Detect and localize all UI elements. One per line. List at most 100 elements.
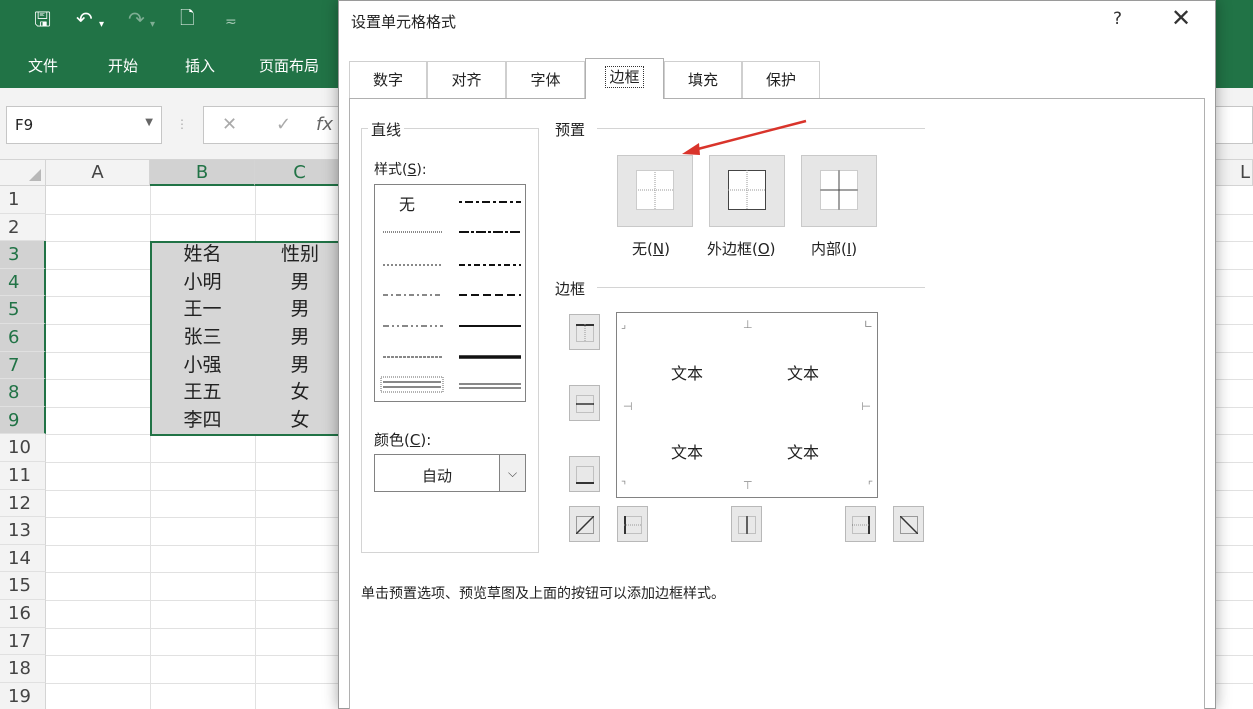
row-header[interactable]: 11 (0, 462, 46, 490)
table-cell[interactable]: 姓名 (150, 241, 255, 269)
preset-inside-icon (820, 170, 858, 210)
row-header[interactable]: 18 (0, 655, 46, 683)
cancel-icon[interactable]: ✕ (222, 114, 237, 135)
table-cell[interactable]: 王五 (150, 379, 255, 407)
tab-file[interactable]: 文件 (28, 55, 58, 76)
chevron-down-icon[interactable]: ⌵ (499, 455, 525, 491)
row-header[interactable]: 8 (0, 379, 46, 407)
preview-tick-top: ⊥ (743, 318, 753, 331)
row-header[interactable]: 13 (0, 517, 46, 545)
column-header-l[interactable]: L (1216, 160, 1253, 186)
row-header[interactable]: 12 (0, 489, 46, 518)
function-icon[interactable]: fx (316, 114, 333, 135)
undo-dropdown-icon[interactable]: ▾ (99, 14, 104, 36)
row-header[interactable]: 16 (0, 600, 46, 628)
preview-tick-bottom: ⊤ (743, 479, 753, 492)
table-cell[interactable]: 男 (255, 269, 345, 297)
tab-alignment[interactable]: 对齐 (427, 61, 506, 99)
row-header[interactable]: 15 (0, 572, 46, 600)
row-header[interactable]: 10 (0, 434, 46, 462)
preview-text-br: 文本 (787, 443, 820, 462)
row-header[interactable]: 3 (0, 241, 46, 269)
preview-corner-tr: ∟ (863, 318, 873, 331)
table-cell[interactable]: 王一 (150, 296, 255, 324)
row-header[interactable]: 19 (0, 682, 46, 709)
color-label: 颜色(C): (374, 431, 432, 449)
presets-separator (597, 128, 925, 129)
tab-border[interactable]: 边框 (585, 58, 664, 99)
border-right-button[interactable] (845, 506, 876, 542)
preview-corner-br: ⌜ (867, 479, 873, 492)
table-cell[interactable]: 男 (255, 324, 345, 352)
table-cell[interactable]: 小明 (150, 269, 255, 297)
preview-corner-tl: ⌟ (621, 318, 627, 331)
confirm-icon[interactable]: ✓ (276, 114, 291, 135)
border-diagonal-down-button[interactable] (893, 506, 924, 542)
row-header[interactable]: 4 (0, 268, 46, 297)
line-style-swatches[interactable] (375, 185, 525, 401)
table-cell[interactable]: 男 (255, 352, 345, 380)
color-select[interactable]: 自动 ⌵ (374, 454, 526, 492)
preview-tick-left: ⊣ (623, 400, 633, 413)
row-header[interactable]: 7 (0, 351, 46, 380)
table-cell[interactable]: 女 (255, 407, 345, 435)
row-header[interactable]: 1 (0, 186, 46, 214)
column-header-c[interactable]: C (255, 160, 345, 186)
row-header[interactable]: 2 (0, 213, 46, 242)
border-bottom-button[interactable] (569, 456, 600, 492)
row-header[interactable]: 17 (0, 627, 46, 656)
tab-protection[interactable]: 保护 (742, 61, 820, 99)
border-top-button[interactable] (569, 314, 600, 350)
row-header[interactable]: 5 (0, 296, 46, 324)
preset-inside-label: 内部(I) (811, 240, 858, 258)
table-cell[interactable]: 男 (255, 296, 345, 324)
preset-outline-button[interactable] (709, 155, 785, 227)
border-inside-vertical-icon (738, 516, 756, 534)
presets-section-title: 预置 (555, 121, 586, 139)
redo-icon[interactable]: ↷ (128, 8, 145, 30)
line-style-list[interactable]: 无 (374, 184, 526, 402)
table-cell[interactable]: 女 (255, 379, 345, 407)
column-header-b[interactable]: B (150, 160, 255, 186)
row-header[interactable]: 9 (0, 406, 46, 435)
save-icon[interactable]: 🖫 (34, 8, 51, 30)
border-center-button[interactable] (731, 506, 762, 542)
diagonal-up-icon (576, 516, 594, 534)
redo-dropdown-icon[interactable]: ▾ (150, 14, 155, 36)
close-button[interactable]: ✕ (1171, 4, 1191, 32)
border-diagonal-up-button[interactable] (569, 506, 600, 542)
row-header[interactable]: 14 (0, 544, 46, 573)
new-file-icon[interactable]: 🗋 (180, 8, 194, 30)
tab-number[interactable]: 数字 (349, 61, 427, 99)
table-cell[interactable]: 性别 (255, 241, 345, 269)
undo-icon[interactable]: ↶ (76, 8, 93, 30)
table-cell[interactable]: 李四 (150, 407, 255, 435)
border-left-icon (624, 516, 642, 534)
drag-handle-icon[interactable]: ⋮ (176, 117, 188, 131)
tab-font[interactable]: 字体 (506, 61, 585, 99)
diagonal-down-icon (900, 516, 918, 534)
border-left-button[interactable] (617, 506, 648, 542)
border-preview[interactable]: ⌟ ⊥ ∟ ⊣ ⊢ ⌝ ⊤ ⌜ 文本 文本 文本 文本 (616, 312, 878, 498)
tab-fill[interactable]: 填充 (664, 61, 742, 99)
table-cell[interactable]: 张三 (150, 324, 255, 352)
app-window: 🖫 ↶ ▾ ↷ ▾ 🗋 ≂ 文件 开始 插入 页面布局 F9 ▼ ⋮ ✕ ✓ f… (0, 0, 1253, 709)
tab-home[interactable]: 开始 (108, 55, 138, 76)
preset-none-button[interactable] (617, 155, 693, 227)
preset-inside-button[interactable] (801, 155, 877, 227)
dialog-title: 设置单元格格式 (351, 13, 457, 31)
chevron-down-icon[interactable]: ▼ (145, 117, 153, 128)
border-right-icon (852, 516, 870, 534)
name-box[interactable]: F9 ▼ (6, 106, 162, 144)
border-middle-button[interactable] (569, 385, 600, 421)
column-header-a[interactable]: A (46, 160, 150, 186)
preview-tick-right: ⊢ (861, 400, 871, 413)
help-button[interactable]: ? (1113, 9, 1122, 29)
row-header[interactable]: 6 (0, 324, 46, 352)
table-cell[interactable]: 小强 (150, 352, 255, 380)
tab-insert[interactable]: 插入 (185, 55, 215, 76)
color-select-value: 自动 (422, 467, 453, 485)
customize-qat-icon[interactable]: ≂ (225, 11, 237, 33)
tab-page-layout[interactable]: 页面布局 (259, 55, 319, 76)
select-all-corner[interactable] (0, 160, 46, 186)
